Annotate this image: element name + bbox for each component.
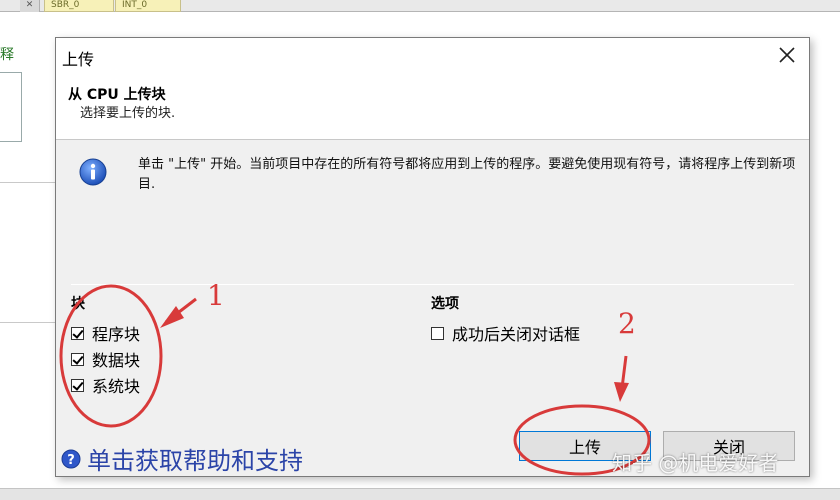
background-left-label: 释 bbox=[0, 47, 14, 63]
help-link[interactable]: ? 单击获取帮助和支持 bbox=[61, 441, 303, 476]
system-block-checkbox[interactable]: 系统块 bbox=[71, 375, 141, 396]
info-message: 单击 "上传" 开始。当前项目中存在的所有符号都将应用到上传的程序。要避免使用现… bbox=[138, 157, 796, 192]
info-icon bbox=[79, 158, 107, 186]
tab-int-label: INT_0 bbox=[122, 0, 148, 10]
upload-dialog: 上传 从 CPU 上传块 选择要上传的块. 单击 "上传" 开始。当前项目中存在… bbox=[55, 37, 810, 477]
options-group-label: 选项 bbox=[431, 296, 459, 312]
background-panel bbox=[0, 72, 22, 142]
background-tab-strip: ✕ SBR_0 INT_0 bbox=[0, 0, 840, 12]
close-icon[interactable] bbox=[775, 43, 799, 67]
help-link-text: 单击获取帮助和支持 bbox=[87, 447, 303, 475]
checkbox-box[interactable] bbox=[431, 326, 444, 340]
dialog-title: 上传 bbox=[62, 50, 95, 69]
background-divider bbox=[0, 182, 56, 183]
tab-int[interactable]: INT_0 bbox=[115, 0, 181, 12]
checkbox-box[interactable] bbox=[71, 352, 84, 366]
dialog-header: 从 CPU 上传块 选择要上传的块. bbox=[56, 74, 809, 140]
checkbox-box[interactable] bbox=[71, 378, 84, 392]
tab-close-icon[interactable]: ✕ bbox=[20, 0, 40, 12]
checkbox-label: 成功后关闭对话框 bbox=[452, 325, 581, 344]
checkbox-box[interactable] bbox=[71, 326, 84, 340]
screenshot: ✕ SBR_0 INT_0 释 上传 从 CPU 上传块 选择要上传的块. 单击… bbox=[0, 0, 840, 500]
checkbox-label: 数据块 bbox=[92, 351, 141, 370]
svg-text:?: ? bbox=[67, 453, 75, 468]
header-subtitle: 选择要上传的块. bbox=[80, 106, 176, 121]
background-status-strip bbox=[0, 488, 840, 500]
help-icon: ? bbox=[61, 449, 81, 469]
checkbox-label: 程序块 bbox=[92, 325, 141, 344]
data-block-checkbox[interactable]: 数据块 bbox=[71, 349, 141, 370]
program-block-checkbox[interactable]: 程序块 bbox=[71, 323, 141, 344]
tab-sbr-label: SBR_0 bbox=[51, 0, 80, 10]
blocks-group-label: 块 bbox=[71, 296, 85, 312]
close-on-success-checkbox[interactable]: 成功后关闭对话框 bbox=[431, 323, 581, 344]
watermark: 知乎 @机电爱好者 bbox=[612, 451, 779, 475]
checkbox-label: 系统块 bbox=[92, 377, 141, 396]
dialog-titlebar: 上传 bbox=[56, 38, 809, 74]
header-title: 从 CPU 上传块 bbox=[68, 87, 166, 103]
tab-sbr[interactable]: SBR_0 bbox=[44, 0, 114, 12]
section-separator bbox=[71, 284, 794, 285]
background-divider bbox=[0, 322, 56, 323]
